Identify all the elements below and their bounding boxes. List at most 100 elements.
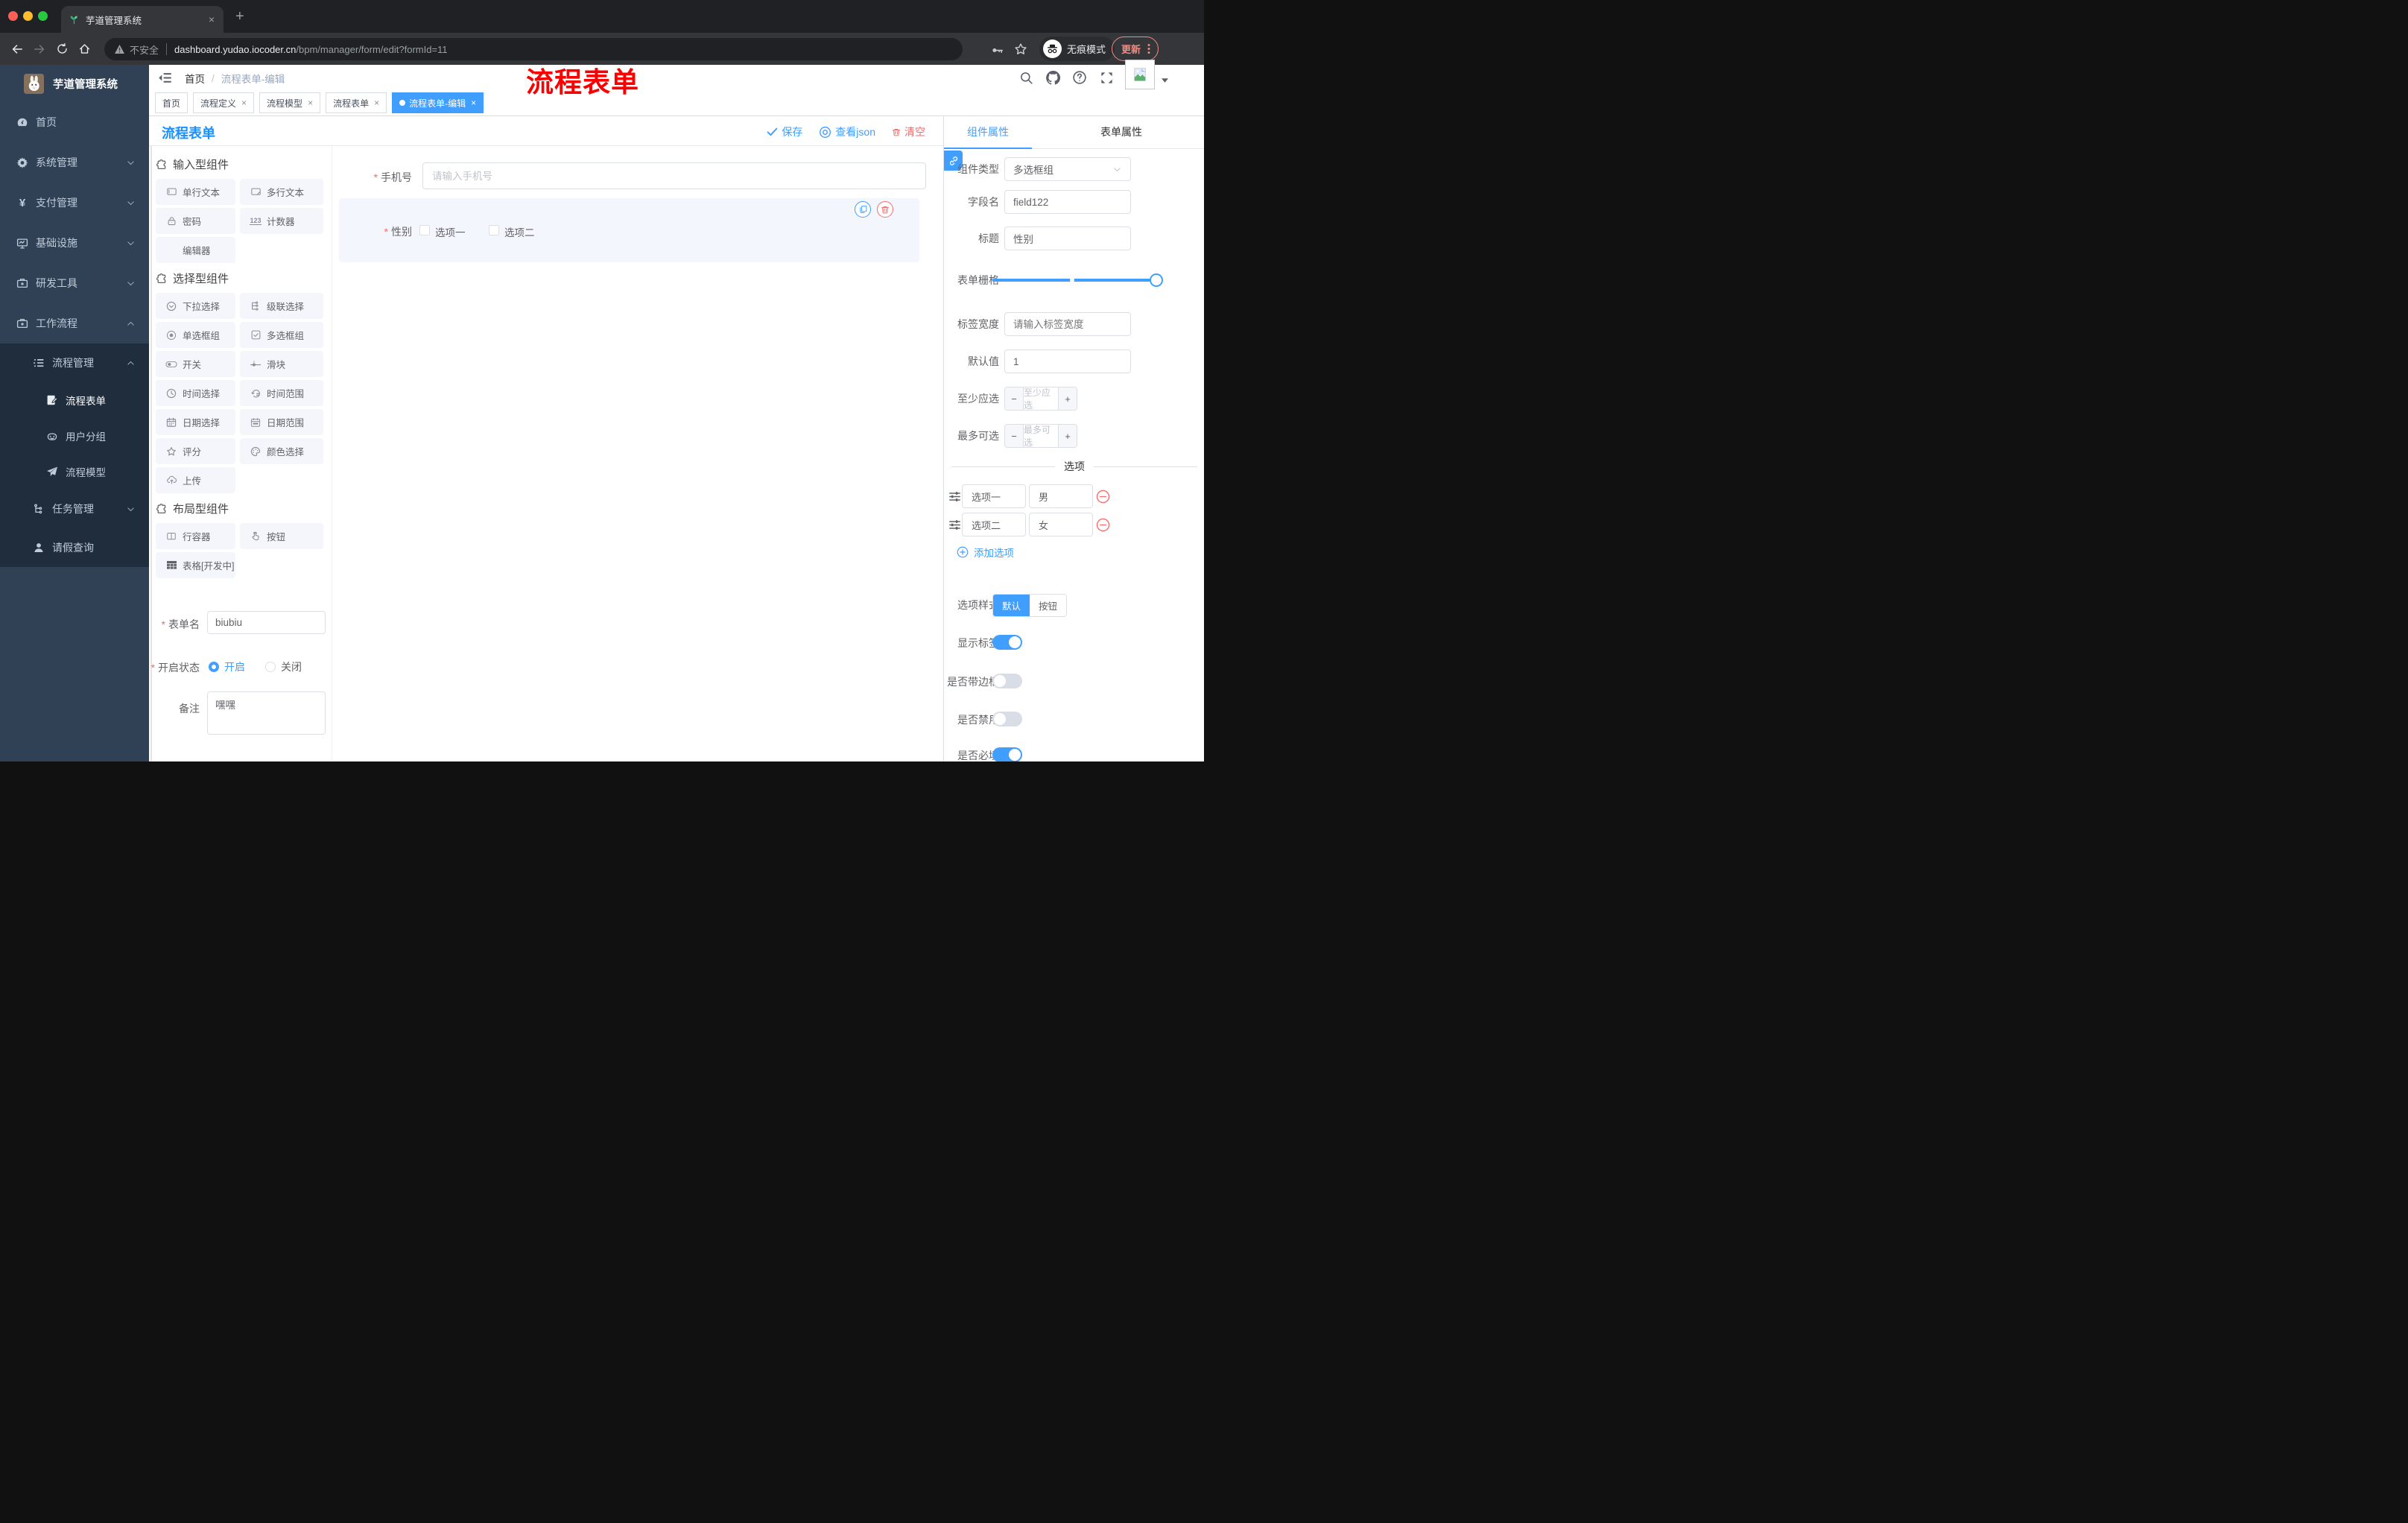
tab-流程表单[interactable]: 流程表单 ×	[326, 92, 387, 113]
max-select-value[interactable]: 最多可选	[1023, 425, 1059, 447]
github-icon[interactable]	[1045, 68, 1061, 87]
option-value-input[interactable]	[1037, 490, 1085, 503]
tab-首页[interactable]: 首页	[155, 92, 188, 113]
sidebar-item-workflow[interactable]: 工作流程	[0, 303, 149, 343]
component-date[interactable]: 日期选择	[156, 409, 235, 435]
option-label-input[interactable]	[970, 490, 1018, 503]
component-upload[interactable]: 上传	[156, 467, 235, 493]
min-select-value[interactable]: 至少应选	[1023, 387, 1059, 410]
form-name-input[interactable]	[207, 611, 326, 634]
minus-button[interactable]: −	[1005, 387, 1023, 410]
gender-option1-checkbox[interactable]	[419, 225, 430, 235]
slider-thumb[interactable]	[1150, 273, 1163, 287]
breadcrumb-home[interactable]: 首页	[185, 71, 205, 86]
plus-button[interactable]: +	[1059, 387, 1077, 410]
default-value-input[interactable]	[1013, 355, 1122, 367]
minus-button[interactable]: −	[1005, 425, 1023, 447]
show-label-toggle[interactable]	[992, 635, 1022, 650]
component-daterange[interactable]: 日期范围	[240, 409, 323, 435]
drag-handle-icon[interactable]	[948, 491, 961, 502]
add-option-button[interactable]: 添加选项	[957, 545, 1014, 560]
avatar-caret-down-icon[interactable]	[1162, 78, 1168, 83]
sidebar-item-devtools[interactable]: 研发工具	[0, 263, 149, 303]
help-icon[interactable]	[1071, 68, 1088, 87]
component-tablegrid[interactable]: 表格[开发中]	[156, 552, 235, 578]
component-switch[interactable]: 开关	[156, 351, 235, 377]
phone-field-input[interactable]	[422, 162, 926, 189]
browser-menu-dots-icon[interactable]	[1147, 43, 1150, 54]
reload-icon[interactable]	[51, 38, 73, 60]
remark-textarea[interactable]: 嘿嘿	[207, 691, 326, 735]
tab-form-props[interactable]: 表单属性	[1062, 116, 1181, 148]
component-cascade[interactable]: 级联选择	[240, 293, 323, 319]
fullscreen-icon[interactable]	[1098, 68, 1115, 87]
close-icon[interactable]: ×	[374, 98, 379, 108]
drag-handle-icon[interactable]	[948, 519, 961, 531]
sidebar-item-home[interactable]: 首页	[0, 102, 149, 142]
option-label-input[interactable]	[970, 518, 1018, 531]
style-default-button[interactable]: 默认	[993, 595, 1030, 616]
status-off-radio[interactable]: 关闭	[265, 659, 302, 674]
remove-option-button[interactable]	[1096, 518, 1110, 532]
component-input[interactable]: 单行文本	[156, 179, 235, 205]
save-button[interactable]: 保存	[767, 124, 802, 139]
title-input[interactable]	[1013, 232, 1122, 244]
remove-option-button[interactable]	[1096, 490, 1110, 504]
component-none[interactable]: 编辑器	[156, 237, 235, 263]
gender-option2-checkbox[interactable]	[489, 225, 499, 235]
tab-流程模型[interactable]: 流程模型 ×	[259, 92, 321, 113]
field-name-input[interactable]	[1013, 196, 1122, 208]
forward-icon[interactable]	[28, 38, 51, 60]
tab-component-props[interactable]: 组件属性	[944, 116, 1032, 148]
home-icon[interactable]	[73, 38, 95, 60]
sidebar-item-payment[interactable]: ¥ 支付管理	[0, 183, 149, 223]
view-json-button[interactable]: 查看json	[819, 124, 875, 139]
window-minimize-button[interactable]	[23, 11, 33, 21]
tab-流程定义[interactable]: 流程定义 ×	[193, 92, 255, 113]
tab-流程表单-编辑[interactable]: 流程表单-编辑 ×	[392, 92, 484, 113]
search-icon[interactable]	[1018, 68, 1034, 87]
component-type-select[interactable]: 多选框组	[1004, 157, 1131, 181]
bookmark-star-icon[interactable]	[1014, 42, 1027, 56]
plus-button[interactable]: +	[1059, 425, 1077, 447]
component-selectc[interactable]: 下拉选择	[156, 293, 235, 319]
status-on-radio[interactable]: 开启	[209, 659, 245, 674]
component-rate[interactable]: 评分	[156, 438, 235, 464]
component-lock[interactable]: 密码	[156, 208, 235, 234]
component-time[interactable]: 时间选择	[156, 380, 235, 406]
label-width-input[interactable]	[1013, 318, 1122, 330]
with-border-toggle[interactable]	[992, 674, 1022, 688]
back-icon[interactable]	[6, 38, 28, 60]
sidebar-item-user-group[interactable]: 用户分组	[0, 418, 149, 454]
sidebar-item-leave-query[interactable]: 请假查询	[0, 528, 149, 567]
component-handbtn[interactable]: 按钮	[240, 523, 323, 549]
form-grid-slider[interactable]	[992, 273, 1163, 287]
sidebar-item-process-mgmt[interactable]: 流程管理	[0, 343, 149, 382]
style-button-button[interactable]: 按钮	[1030, 595, 1067, 616]
sidebar-item-task-mgmt[interactable]: 任务管理	[0, 490, 149, 528]
copy-component-button[interactable]	[855, 201, 871, 218]
delete-component-button[interactable]	[877, 201, 893, 218]
component-radio[interactable]: 单选框组	[156, 322, 235, 348]
sidebar-item-infra[interactable]: 基础设施	[0, 223, 149, 263]
disabled-toggle[interactable]	[992, 712, 1022, 726]
clear-button[interactable]: 清空	[892, 124, 925, 139]
chrome-update-button[interactable]: 更新	[1112, 37, 1159, 61]
option-value-input[interactable]	[1037, 518, 1085, 531]
window-close-button[interactable]	[8, 11, 18, 21]
component-counter[interactable]: 123 计数器	[240, 208, 323, 234]
component-timerange[interactable]: 时间范围	[240, 380, 323, 406]
window-zoom-button[interactable]	[38, 11, 48, 21]
url-bar[interactable]: 不安全 dashboard.yudao.iocoder.cn/bpm/manag…	[104, 38, 963, 60]
key-icon[interactable]	[991, 44, 1004, 57]
component-color[interactable]: 颜色选择	[240, 438, 323, 464]
component-checkbox[interactable]: 多选框组	[240, 322, 323, 348]
tab-close-icon[interactable]: ×	[207, 13, 216, 25]
sidebar-item-system[interactable]: 系统管理	[0, 142, 149, 183]
browser-tab[interactable]: 芋道管理系统 ×	[61, 6, 224, 33]
close-icon[interactable]: ×	[241, 98, 247, 108]
component-textarea[interactable]: 多行文本	[240, 179, 323, 205]
close-icon[interactable]: ×	[308, 98, 313, 108]
sidebar-item-process-form[interactable]: 流程表单	[0, 382, 149, 418]
component-rowc[interactable]: 行容器	[156, 523, 235, 549]
